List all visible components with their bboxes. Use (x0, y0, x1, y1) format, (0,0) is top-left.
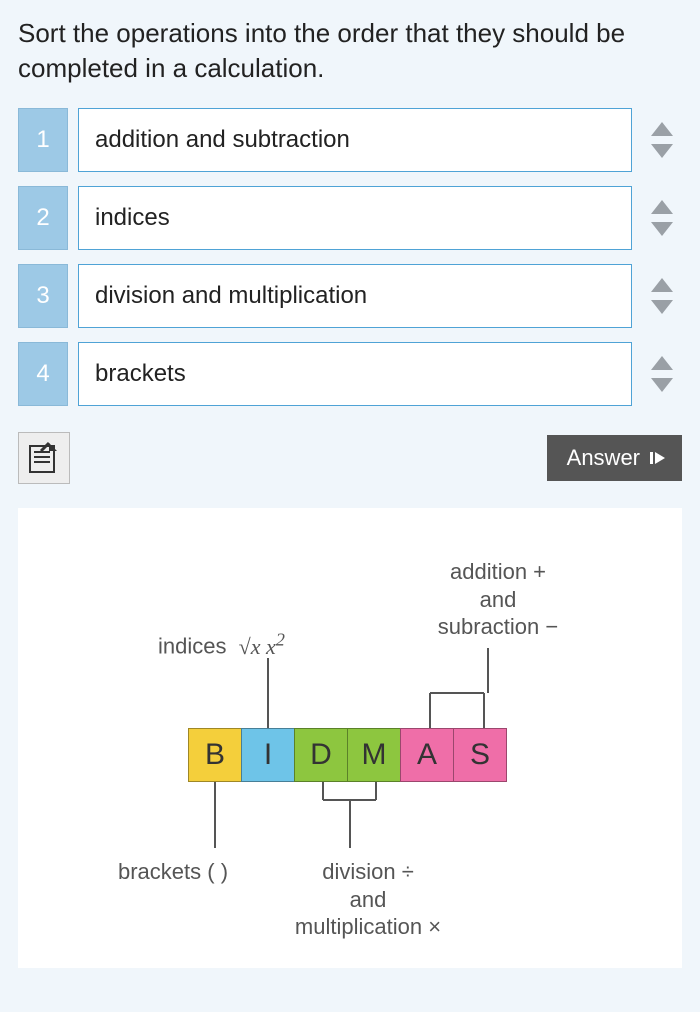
notes-icon (27, 441, 61, 475)
sort-item-label: division and multiplication (95, 282, 367, 310)
answer-button[interactable]: Answer (547, 435, 682, 481)
sort-item[interactable]: addition and subtraction (78, 108, 632, 172)
reorder-controls (642, 342, 682, 406)
rank-box: 1 (18, 108, 68, 172)
play-icon (650, 450, 666, 466)
rank-box: 4 (18, 342, 68, 406)
tile-m: M (347, 728, 401, 782)
move-down-icon[interactable] (649, 142, 675, 160)
move-up-icon[interactable] (649, 198, 675, 216)
tile-b: B (188, 728, 242, 782)
question-prompt: Sort the operations into the order that … (18, 16, 682, 86)
notes-button[interactable] (18, 432, 70, 484)
sort-row: 1 addition and subtraction (18, 108, 682, 172)
tile-s: S (453, 728, 507, 782)
tile-d: D (294, 728, 348, 782)
bidmas-diagram: indices √x x2 addition + and subraction … (18, 508, 682, 968)
move-up-icon[interactable] (649, 276, 675, 294)
sort-item[interactable]: brackets (78, 342, 632, 406)
sort-item-label: brackets (95, 360, 186, 388)
move-down-icon[interactable] (649, 220, 675, 238)
sort-row: 2 indices (18, 186, 682, 250)
sort-item-label: addition and subtraction (95, 126, 350, 154)
tile-i: I (241, 728, 295, 782)
answer-button-label: Answer (567, 445, 640, 471)
move-up-icon[interactable] (649, 120, 675, 138)
divmul-label: division ÷ and multiplication × (268, 858, 468, 941)
sortable-list: 1 addition and subtraction 2 indices 3 d… (18, 108, 682, 406)
reorder-controls (642, 264, 682, 328)
sort-row: 4 brackets (18, 342, 682, 406)
move-down-icon[interactable] (649, 376, 675, 394)
sort-item-label: indices (95, 204, 170, 232)
brackets-label: brackets ( ) (118, 858, 228, 886)
rank-box: 2 (18, 186, 68, 250)
rank-box: 3 (18, 264, 68, 328)
reorder-controls (642, 186, 682, 250)
toolbar: Answer (18, 432, 682, 484)
move-down-icon[interactable] (649, 298, 675, 316)
reorder-controls (642, 108, 682, 172)
sort-row: 3 division and multiplication (18, 264, 682, 328)
tile-a: A (400, 728, 454, 782)
move-up-icon[interactable] (649, 354, 675, 372)
sort-item[interactable]: division and multiplication (78, 264, 632, 328)
sort-item[interactable]: indices (78, 186, 632, 250)
bidmas-tiles: B I D M A S (188, 728, 507, 782)
